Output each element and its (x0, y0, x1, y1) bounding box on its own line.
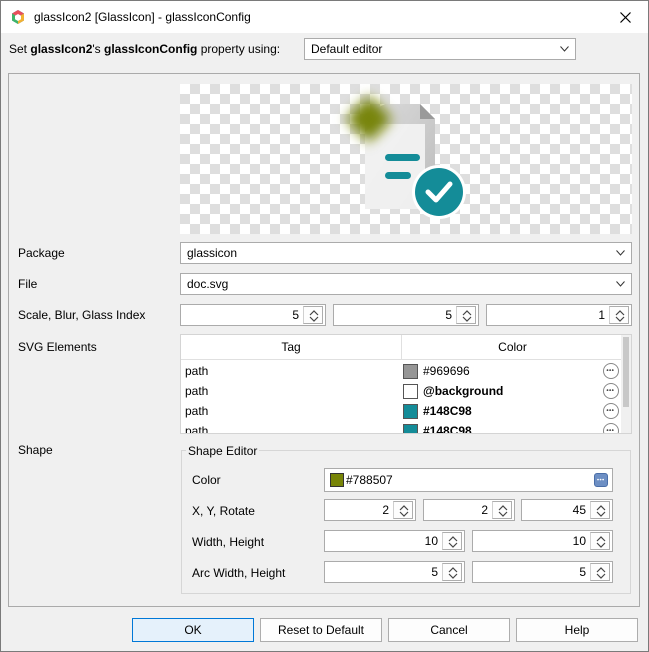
shape-color-field[interactable]: #788507 (324, 468, 613, 492)
table-scrollbar[interactable] (621, 335, 631, 433)
arc-height-value: 5 (579, 565, 586, 579)
x-value: 2 (382, 503, 389, 517)
color-swatch (403, 424, 418, 433)
editor-select[interactable]: Default editor (304, 38, 576, 60)
prompt-suffix: property using: (197, 42, 281, 56)
close-icon (619, 11, 631, 23)
scrollbar-thumb[interactable] (623, 337, 629, 407)
shape-label: Shape (18, 443, 53, 457)
width-spinner[interactable]: 10 (324, 530, 465, 552)
chevron-down-icon (560, 46, 569, 52)
prompt-property: glassIconConfig (104, 42, 198, 56)
spin-arrows-icon[interactable] (442, 563, 462, 581)
scale-spinner[interactable]: 5 (180, 304, 326, 326)
spin-arrows-icon[interactable] (590, 501, 610, 519)
rotate-spinner[interactable]: 45 (521, 499, 613, 521)
icon-preview (180, 84, 632, 234)
package-label: Package (18, 246, 65, 260)
arc-height-spinner[interactable]: 5 (472, 561, 613, 583)
table-row[interactable]: path #148C98 (181, 421, 621, 434)
doc-check-icon (347, 97, 466, 219)
scale-value: 5 (292, 308, 299, 322)
chevron-down-icon (616, 281, 625, 287)
chevron-down-icon (616, 250, 625, 256)
shape-editor-title: Shape Editor (186, 444, 260, 458)
spin-arrows-icon[interactable] (303, 306, 323, 324)
height-spinner[interactable]: 10 (472, 530, 613, 552)
color-swatch (403, 384, 418, 399)
arc-width-value: 5 (431, 565, 438, 579)
svg-elements-table: Tag Color path #969696 path @background … (180, 334, 632, 434)
width-value: 10 (424, 534, 438, 548)
table-row[interactable]: path @background (181, 381, 621, 401)
row-tag: path (185, 364, 209, 378)
spin-arrows-icon[interactable] (456, 306, 476, 324)
row-color: #148C98 (423, 404, 472, 418)
title-bar: glassIcon2 [GlassIcon] - glassIconConfig (1, 1, 648, 33)
column-header-tag[interactable]: Tag (181, 335, 402, 360)
more-options-icon[interactable] (603, 383, 619, 399)
arc-label: Arc Width, Height (192, 566, 286, 580)
color-picker-icon[interactable] (594, 473, 608, 487)
scale-blur-glass-label: Scale, Blur, Glass Index (18, 308, 146, 322)
glass-index-spinner[interactable]: 1 (486, 304, 632, 326)
package-value: glassicon (187, 246, 238, 260)
row-color: #969696 (423, 364, 470, 378)
ok-button[interactable]: OK (132, 618, 254, 642)
table-row[interactable]: path #148C98 (181, 401, 621, 421)
blur-value: 5 (445, 308, 452, 322)
cancel-button[interactable]: Cancel (388, 618, 510, 642)
color-swatch (330, 473, 344, 487)
spin-arrows-icon[interactable] (590, 532, 610, 550)
spin-arrows-icon[interactable] (492, 501, 512, 519)
x-spinner[interactable]: 2 (324, 499, 416, 521)
table-row[interactable]: path #969696 (181, 361, 621, 381)
reset-to-default-button[interactable]: Reset to Default (260, 618, 382, 642)
color-swatch (403, 364, 418, 379)
prompt-prefix: Set (9, 42, 31, 56)
row-tag: path (185, 424, 209, 434)
spin-arrows-icon[interactable] (590, 563, 610, 581)
package-select[interactable]: glassicon (180, 242, 632, 264)
prompt-object: glassIcon2 (30, 42, 93, 56)
shape-color-label: Color (192, 473, 221, 487)
svg-elements-label: SVG Elements (18, 340, 97, 354)
arc-width-spinner[interactable]: 5 (324, 561, 465, 583)
height-value: 10 (572, 534, 586, 548)
row-color: @background (423, 384, 504, 398)
color-swatch (403, 404, 418, 419)
glass-index-value: 1 (598, 308, 605, 322)
prompt-middle: 's (92, 42, 105, 56)
blur-spinner[interactable]: 5 (333, 304, 479, 326)
property-prompt: Set glassIcon2's glassIconConfig propert… (9, 42, 280, 60)
close-button[interactable] (602, 1, 648, 33)
column-header-color[interactable]: Color (402, 335, 623, 360)
y-spinner[interactable]: 2 (423, 499, 515, 521)
more-options-icon[interactable] (603, 423, 619, 433)
dialog-window: glassIcon2 [GlassIcon] - glassIconConfig… (0, 0, 649, 652)
file-select[interactable]: doc.svg (180, 273, 632, 295)
more-options-icon[interactable] (603, 403, 619, 419)
help-button[interactable]: Help (516, 618, 638, 642)
file-label: File (18, 277, 38, 291)
app-logo-icon (10, 9, 26, 25)
spin-arrows-icon[interactable] (393, 501, 413, 519)
shape-color-value: #788507 (346, 473, 393, 487)
rotate-value: 45 (572, 503, 586, 517)
file-value: doc.svg (187, 277, 229, 291)
xyr-label: X, Y, Rotate (192, 504, 255, 518)
row-color: #148C98 (423, 424, 472, 434)
window-title: glassIcon2 [GlassIcon] - glassIconConfig (34, 10, 251, 24)
width-height-label: Width, Height (192, 535, 265, 549)
editor-select-value: Default editor (311, 42, 383, 56)
spin-arrows-icon[interactable] (442, 532, 462, 550)
y-value: 2 (481, 503, 488, 517)
spin-arrows-icon[interactable] (609, 306, 629, 324)
more-options-icon[interactable] (603, 363, 619, 379)
row-tag: path (185, 404, 209, 418)
row-tag: path (185, 384, 209, 398)
